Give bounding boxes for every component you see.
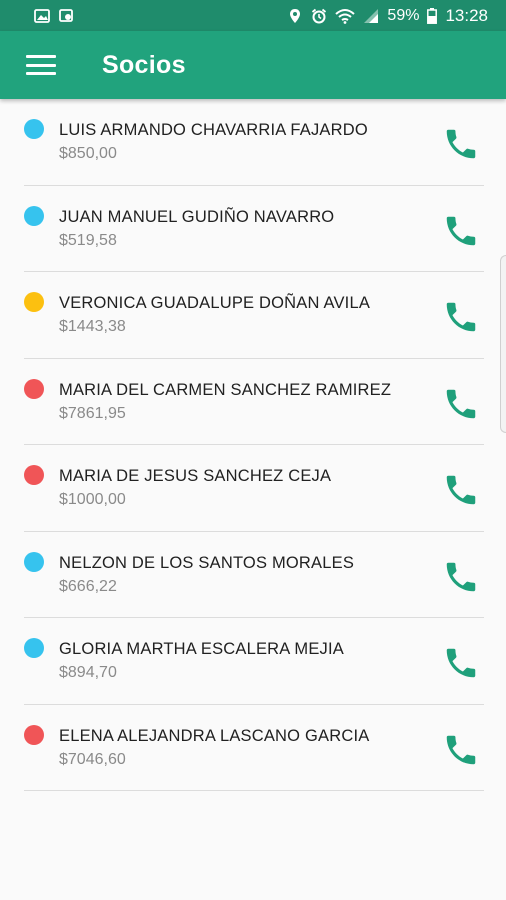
phone-icon[interactable] [442, 385, 480, 423]
member-name: GLORIA MARTHA ESCALERA MEJIA [59, 640, 344, 658]
member-amount: $894,70 [59, 664, 117, 681]
member-amount: $850,00 [59, 145, 117, 162]
member-row[interactable]: LUIS ARMANDO CHAVARRIA FAJARDO $850,00 [24, 99, 484, 186]
member-row[interactable]: MARIA DEL CARMEN SANCHEZ RAMIREZ $7861,9… [24, 359, 484, 445]
wifi-icon [335, 8, 356, 24]
alarm-icon [312, 8, 327, 23]
hamburger-menu-icon[interactable] [26, 55, 56, 75]
status-dot [24, 551, 44, 572]
page-title: Socios [102, 50, 186, 79]
member-amount: $519,58 [59, 231, 117, 249]
status-dot [24, 378, 44, 399]
member-name: LUIS ARMANDO CHAVARRIA FAJARDO [59, 121, 368, 139]
member-amount: $666,22 [59, 577, 117, 595]
status-dot [24, 119, 44, 139]
members-list: LUIS ARMANDO CHAVARRIA FAJARDO $850,00 J… [0, 99, 506, 791]
member-amount: $7046,60 [59, 750, 126, 768]
phone-icon[interactable] [442, 125, 480, 163]
phone-icon[interactable] [442, 212, 480, 250]
cast-icon [59, 8, 73, 22]
phone-icon[interactable] [442, 558, 480, 596]
status-bar-right: 59% 13:28 [287, 6, 488, 26]
member-name: VERONICA GUADALUPE DOÑAN AVILA [59, 294, 371, 312]
member-name: NELZON DE LOS SANTOS MORALES [59, 553, 355, 572]
status-dot [24, 205, 44, 226]
member-row[interactable]: MARIA DE JESUS SANCHEZ CEJA $1000,00 [24, 445, 484, 532]
member-name: MARIA DE JESUS SANCHEZ CEJA [59, 467, 332, 485]
member-name: MARIA DEL CARMEN SANCHEZ RAMIREZ [59, 380, 392, 399]
member-name: ELENA ALEJANDRA LASCANO GARCIA [59, 726, 370, 745]
member-row[interactable]: VERONICA GUADALUPE DOÑAN AVILA $1443,38 [24, 272, 484, 359]
member-row[interactable]: JUAN MANUEL GUDIÑO NAVARRO $519,58 [24, 186, 484, 272]
image-icon [34, 8, 50, 23]
status-dot [24, 292, 44, 312]
phone-icon[interactable] [442, 644, 480, 682]
member-name: JUAN MANUEL GUDIÑO NAVARRO [59, 207, 335, 226]
signal-icon [364, 8, 379, 23]
status-dot [24, 638, 44, 658]
phone-icon[interactable] [442, 731, 480, 769]
member-row[interactable]: ELENA ALEJANDRA LASCANO GARCIA $7046,60 [24, 705, 484, 791]
battery-icon [427, 7, 438, 24]
member-amount: $7861,95 [59, 404, 126, 422]
battery-percentage: 59% [387, 6, 420, 24]
side-edge-handle[interactable] [500, 255, 506, 433]
member-amount: $1000,00 [59, 491, 126, 508]
status-dot [24, 465, 44, 485]
status-bar-left [34, 8, 74, 23]
phone-icon[interactable] [442, 298, 480, 336]
member-row[interactable]: NELZON DE LOS SANTOS MORALES $666,22 [24, 532, 484, 618]
member-row[interactable]: GLORIA MARTHA ESCALERA MEJIA $894,70 [24, 618, 484, 705]
member-amount: $1443,38 [59, 318, 126, 335]
status-dot [24, 724, 44, 745]
status-bar: 59% 13:28 [0, 0, 506, 31]
phone-icon[interactable] [442, 471, 480, 509]
location-icon [290, 8, 301, 23]
app-bar: Socios [0, 31, 506, 99]
status-time: 13:28 [445, 5, 488, 25]
